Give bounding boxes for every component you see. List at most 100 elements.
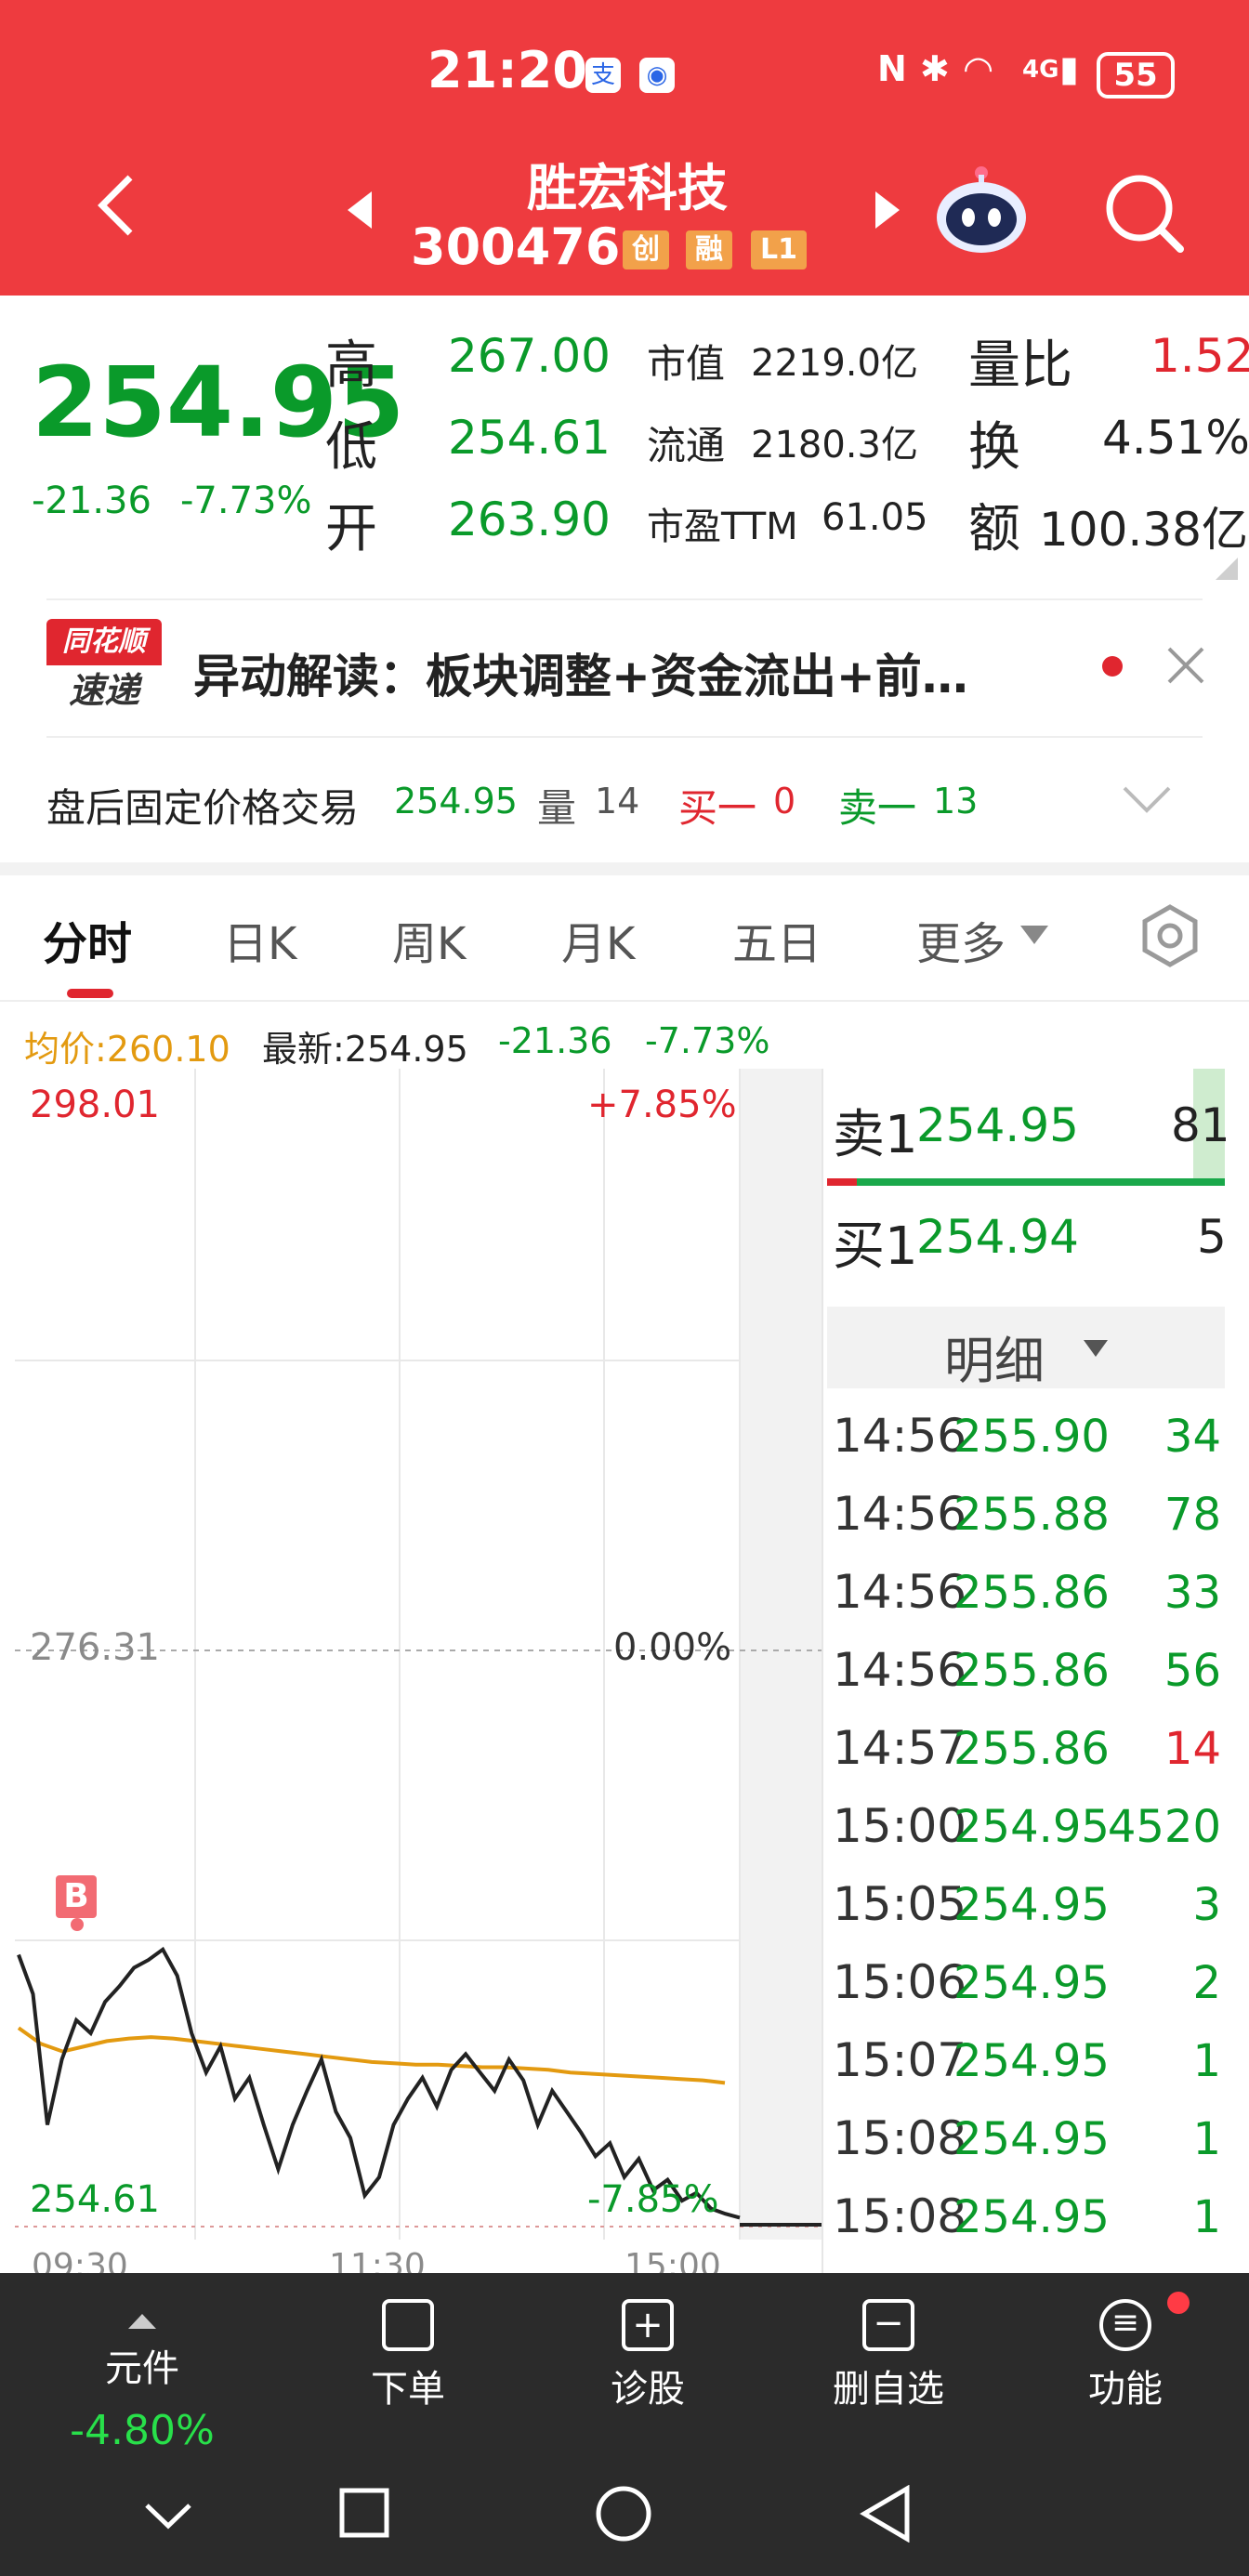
caret-down-icon[interactable] [1020, 926, 1048, 950]
tick-price: 255.86 [953, 1645, 1110, 1697]
caret-down-icon [1084, 1340, 1108, 1357]
tick-row: 14:57 255.86 14 [833, 1706, 1225, 1784]
tick-volume: 4520 [1107, 1801, 1221, 1853]
expand-quote-icon[interactable] [1216, 558, 1238, 584]
chart-change-pct: -7.73% [645, 1020, 770, 1061]
tick-row: 14:56 255.86 33 [833, 1550, 1225, 1628]
nav-hide-icon[interactable] [143, 2502, 193, 2533]
divider [46, 736, 1203, 738]
avg-price-value: 260.10 [106, 1029, 230, 1070]
price-change: -21.36 [32, 480, 151, 522]
afterhours-bid-label: 买一 [678, 785, 757, 831]
afterhours-label: 盘后固定价格交易 [46, 785, 360, 831]
prev-stock-icon[interactable] [346, 190, 374, 234]
nav-recents-icon[interactable] [338, 2487, 390, 2543]
app-notification-icon: ◉ [639, 58, 675, 93]
sector-index-button[interactable]: 元件 -4.80% [54, 2295, 230, 2454]
remove-favorite-button[interactable]: − 删自选 [814, 2299, 963, 2412]
nav-home-icon[interactable] [595, 2485, 652, 2546]
section-divider [0, 862, 1249, 875]
next-stock-icon[interactable] [874, 190, 901, 234]
divider [0, 1000, 1249, 1002]
robot-assistant-icon[interactable] [933, 164, 1030, 260]
pe-value: 61.05 [822, 496, 928, 539]
stock-name: 胜宏科技 [527, 159, 728, 217]
tick-price: 254.95 [953, 2191, 1110, 2243]
tick-volume: 1 [1192, 2035, 1221, 2087]
detail-header[interactable]: 明细 [827, 1307, 1225, 1390]
order-button[interactable]: 下单 [348, 2299, 468, 2412]
alipay-icon: 支 [585, 58, 621, 93]
latest-price-label: 最新:254.95 [262, 1029, 468, 1070]
functions-notification-dot [1167, 2292, 1190, 2314]
unread-dot [1102, 656, 1123, 677]
tick-row: 15:05 254.95 3 [833, 1862, 1225, 1940]
low-label: 低 [325, 417, 377, 478]
chevron-down-icon[interactable] [1123, 786, 1171, 818]
buy-dot [71, 1918, 84, 1931]
tick-price: 255.86 [953, 1723, 1110, 1775]
tick-row: 14:56 255.86 56 [833, 1628, 1225, 1706]
tab-five-day[interactable]: 五日 [732, 907, 822, 972]
tick-volume: 34 [1164, 1411, 1221, 1463]
app-header: 21:20 支 ◉ N ✱ ◠ 4G ▮ 55 胜宏科技 300476 创 融 … [0, 0, 1249, 296]
tick-price: 255.88 [953, 1489, 1110, 1541]
tick-time: 15:08 [833, 2111, 967, 2165]
tab-intraday[interactable]: 分时 [43, 907, 132, 972]
after-hours-zone [740, 1069, 822, 2240]
search-icon[interactable] [1102, 171, 1186, 258]
tick-time: 15:07 [833, 2033, 967, 2087]
tonghuashun-express-logo: 同花顺 速递 [46, 619, 162, 716]
sector-change: -4.80% [70, 2407, 215, 2454]
tick-time: 14:56 [833, 1565, 967, 1619]
tick-time: 14:56 [833, 1643, 967, 1697]
tick-price: 254.95 [953, 1957, 1110, 2009]
functions-icon: ≡ [1099, 2299, 1151, 2351]
buy-badge: B [56, 1875, 97, 1918]
tick-time: 15:08 [833, 2189, 967, 2243]
high-value: 267.00 [448, 329, 611, 383]
tab-monthly-k[interactable]: 月K [561, 907, 635, 972]
price-change-pct: -7.73% [180, 480, 312, 522]
tick-row: 15:06 254.95 2 [833, 1940, 1225, 2018]
wifi-icon: ◠ [965, 48, 993, 89]
nav-back-icon[interactable] [859, 2484, 911, 2546]
tick-volume: 33 [1164, 1567, 1221, 1619]
tab-weekly-k[interactable]: 周K [392, 907, 466, 972]
float-value: 2180.3亿 [751, 424, 918, 467]
high-label: 高 [325, 335, 377, 396]
diagnose-button[interactable]: + 诊股 [587, 2299, 708, 2412]
y-mid-label: 276.31 [30, 1626, 160, 1669]
afterhours-vol-label: 量 [537, 785, 577, 831]
tick-volume: 1 [1192, 2191, 1221, 2243]
open-value: 263.90 [448, 493, 611, 546]
level1-badge: L1 [751, 230, 807, 269]
sector-name: 元件 [105, 2347, 179, 2390]
tick-time: 15:06 [833, 1955, 967, 2009]
back-icon[interactable] [93, 173, 139, 236]
sell1-volume: 81 [1171, 1098, 1230, 1152]
tick-volume: 14 [1164, 1723, 1221, 1775]
caret-up-icon [128, 2314, 156, 2329]
tick-volume: 78 [1164, 1489, 1221, 1541]
tick-time: 14:56 [833, 1409, 967, 1463]
intraday-chart[interactable]: B 298.01 +7.85% 276.31 0.00% 254.61 -7.8… [15, 1069, 822, 2285]
pct-bottom-label: -7.85% [587, 2178, 719, 2221]
active-tab-indicator [67, 989, 113, 998]
pe-label: 市盈TTM [647, 506, 798, 548]
tick-volume: 3 [1192, 1879, 1221, 1931]
close-news-icon[interactable] [1165, 645, 1206, 690]
tab-daily-k[interactable]: 日K [223, 907, 296, 972]
diagnose-icon: + [622, 2299, 674, 2351]
latest-price-value: 254.95 [344, 1029, 468, 1070]
afterhours-ask-label: 卖一 [838, 785, 917, 831]
tab-more[interactable]: 更多 [916, 907, 1006, 972]
settings-icon[interactable] [1137, 903, 1203, 972]
battery-indicator: 55 [1097, 52, 1175, 99]
network-type: 4G [1022, 56, 1059, 84]
functions-button[interactable]: ≡ 功能 [1065, 2292, 1190, 2412]
afterhours-price: 254.95 [394, 781, 518, 821]
news-headline[interactable]: 异动解读：板块调整+资金流出+前… [193, 639, 968, 706]
tick-time: 15:05 [833, 1877, 967, 1931]
y-top-label: 298.01 [30, 1084, 160, 1126]
